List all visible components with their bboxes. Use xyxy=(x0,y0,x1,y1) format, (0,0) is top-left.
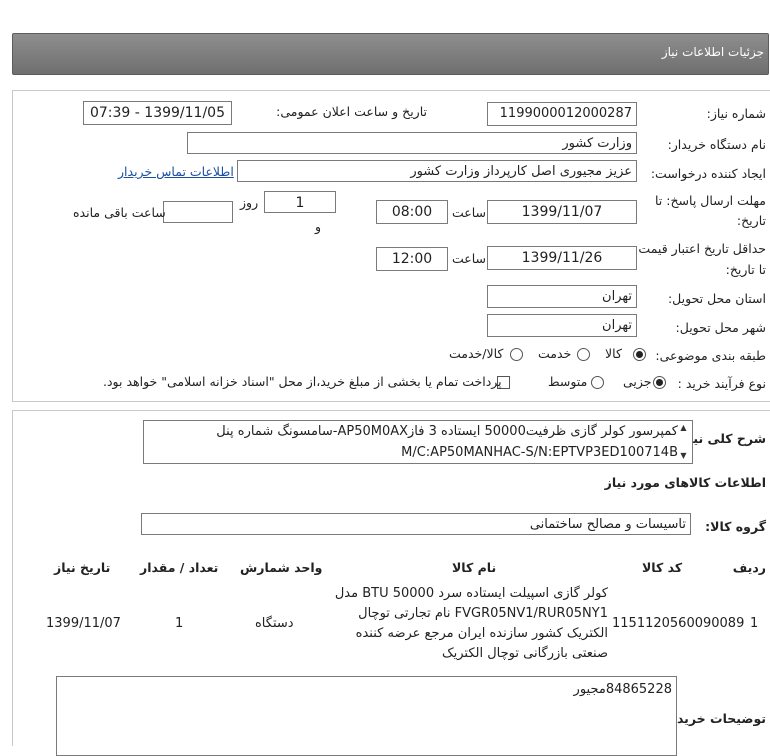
need-number-label: شماره نیاز: xyxy=(706,106,766,121)
summary-text-line1: کمپرسور کولر گازی ظرفیت50000 ایستاده 3 ف… xyxy=(216,424,678,439)
goods-name-line2: FVGR05NV1/RUR05NY1 نام تجارتی توچال xyxy=(358,606,608,621)
page-title: جزئیات اطلاعات نیاز xyxy=(661,45,764,59)
validity-label-2: تا تاریخ: xyxy=(725,262,766,277)
announce-field: 1399/11/05 - 07:39 xyxy=(83,101,232,125)
process-label: نوع فرآیند خرید : xyxy=(677,376,766,391)
buyer-org-label: نام دستگاه خریدار: xyxy=(667,137,766,152)
summary-textarea: کمپرسور کولر گازی ظرفیت50000 ایستاده 3 ف… xyxy=(143,420,693,464)
contact-info-link[interactable]: اطلاعات تماس خریدار xyxy=(118,164,234,179)
cell-unit: دستگاه xyxy=(255,616,294,631)
city-label: شهر محل تحویل: xyxy=(675,320,766,335)
remaining-hours-label: ساعت باقی مانده xyxy=(73,205,166,220)
day-label: روز xyxy=(240,195,259,210)
deadline-label-2: تاریخ: xyxy=(736,213,766,228)
summary-scroll-up[interactable]: ▲ xyxy=(678,422,689,433)
city-field: تهران xyxy=(487,314,637,337)
process-option-medium: متوسط xyxy=(548,374,588,389)
province-label: استان محل تحویل: xyxy=(667,291,766,306)
summary-scroll-down[interactable]: ▼ xyxy=(678,450,689,461)
validity-time-label: ساعت xyxy=(452,251,487,266)
deadline-time-field: 08:00 xyxy=(376,200,448,224)
category-radio-goods[interactable] xyxy=(633,348,646,361)
buyer-org-field: وزارت کشور xyxy=(187,132,637,154)
and-label: و xyxy=(315,219,322,234)
announce-label: تاریخ و ساعت اعلان عمومی: xyxy=(276,104,427,119)
validity-date-field: 1399/11/26 xyxy=(487,246,637,270)
cell-goods-code: 1151120560090089 xyxy=(612,616,745,631)
col-header-code: کد کالا xyxy=(642,560,683,575)
col-header-qty: تعداد / مقدار xyxy=(140,560,219,575)
cell-row-number: 1 xyxy=(750,616,759,631)
deadline-label: مهلت ارسال پاسخ: تا xyxy=(655,193,766,208)
col-header-name: نام کالا xyxy=(452,560,497,575)
col-header-date: تاریخ نیاز xyxy=(54,560,111,575)
requester-field: عزیز مجیوری اصل کارپرداز وزارت کشور xyxy=(237,160,637,182)
requester-label: ایجاد کننده درخواست: xyxy=(650,166,766,181)
page-header: جزئیات اطلاعات نیاز xyxy=(12,33,769,75)
process-option-minor: جزیی xyxy=(623,374,652,389)
buyer-notes-field: 84865228مجیور xyxy=(56,676,677,756)
deadline-date-field: 1399/11/07 xyxy=(487,200,637,224)
cell-need-date: 1399/11/07 xyxy=(46,616,121,631)
category-option-goods: کالا xyxy=(605,346,622,361)
goods-group-label: گروه کالا: xyxy=(705,519,766,534)
summary-text-line2: M/C:AP50MANHAC-S/N:EPTVP3ED100714B xyxy=(401,445,678,460)
category-option-goods-service: کالا/خدمت xyxy=(449,346,504,361)
goods-name-line4: صنعتی بازرگانی توچال الکتریک xyxy=(441,646,608,661)
process-radio-medium[interactable] xyxy=(591,376,604,389)
validity-label: حداقل تاریخ اعتبار قیمت: xyxy=(634,241,766,256)
remaining-hours-field xyxy=(163,201,233,223)
days-field: 1 xyxy=(264,191,336,213)
goods-name-line3: الکتریک کشور سازنده ایران مرجع عرضه کنند… xyxy=(355,626,608,641)
cell-quantity: 1 xyxy=(175,616,184,631)
goods-section-title: اطلاعات کالاهای مورد نیاز xyxy=(604,475,766,490)
need-number-field: 1199000012000287 xyxy=(487,102,637,126)
col-header-unit: واحد شمارش xyxy=(240,560,323,575)
goods-group-field: تاسیسات و مصالح ساختمانی xyxy=(141,513,691,535)
cell-goods-name: کولر گازی اسپیلت ایستاده سرد BTU 50000 م… xyxy=(330,584,608,664)
treasury-payment-note: پرداخت تمام یا بخشی از مبلغ خرید،از محل … xyxy=(103,374,502,389)
process-radio-minor[interactable] xyxy=(653,376,666,389)
category-label: طبقه بندی موضوعی: xyxy=(655,348,766,363)
province-field: تهران xyxy=(487,285,637,308)
buyer-notes-text: 84865228مجیور xyxy=(573,682,672,697)
goods-name-line1: کولر گازی اسپیلت ایستاده سرد BTU 50000 م… xyxy=(334,586,608,601)
category-option-service: خدمت xyxy=(538,346,572,361)
validity-time-field: 12:00 xyxy=(376,247,448,271)
category-radio-goods-service[interactable] xyxy=(510,348,523,361)
deadline-time-label: ساعت xyxy=(452,205,487,220)
col-header-row: ردیف xyxy=(732,560,766,575)
category-radio-service[interactable] xyxy=(577,348,590,361)
